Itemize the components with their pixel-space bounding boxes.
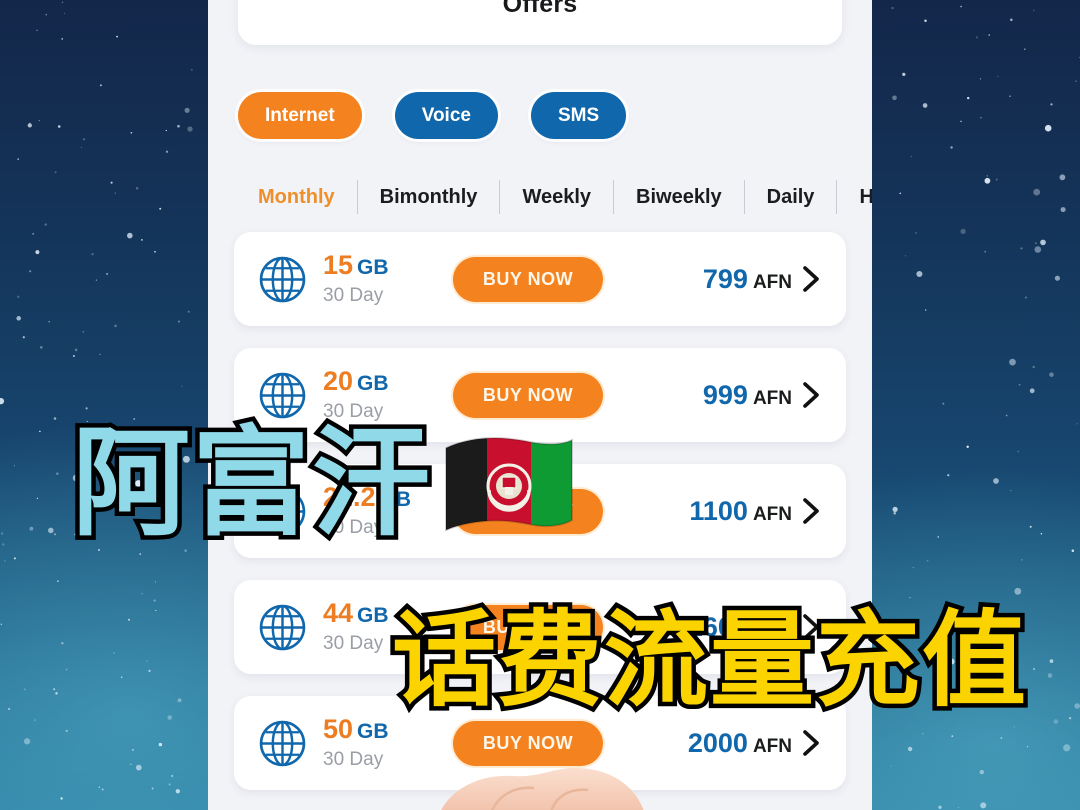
offer-detail-chevron[interactable] xyxy=(800,496,822,526)
tab-weekly[interactable]: Weekly xyxy=(500,186,613,209)
offer-amount-value: 44 xyxy=(323,598,354,629)
offer-price-value: 2000 xyxy=(687,727,748,758)
buy-now-button[interactable]: BUY NOW xyxy=(453,604,603,650)
offer-price-block: 999 AFN xyxy=(703,380,792,411)
offer-price-currency: AFN xyxy=(752,735,792,757)
globe-icon xyxy=(259,720,306,766)
offer-card[interactable]: 20 GB 30 Day BUY NOW 999 AFN xyxy=(234,348,846,442)
chevron-right-icon[interactable] xyxy=(800,612,822,642)
offer-price-value: 999 xyxy=(702,379,748,410)
chevron-right-icon[interactable] xyxy=(800,264,822,294)
offer-price-block: 1600 AFN xyxy=(688,612,792,643)
offer-validity: 30 Day xyxy=(323,632,384,654)
tab-hourly[interactable]: Hourly xyxy=(837,186,872,209)
offer-detail-chevron[interactable] xyxy=(800,612,822,642)
offer-validity: 30 Day xyxy=(323,400,384,422)
offer-amount-value: 22.2 xyxy=(323,482,376,513)
offer-amount-value: 50 xyxy=(323,714,354,745)
service-chip-sms[interactable]: SMS xyxy=(530,92,627,139)
page-title: Offers xyxy=(502,0,578,18)
offer-amount-unit: GB xyxy=(357,720,389,744)
buy-now-button[interactable]: BUY NOW xyxy=(453,488,603,534)
globe-icon xyxy=(259,372,306,418)
offer-validity: 30 Day xyxy=(323,284,384,306)
offers-header-card: Offers xyxy=(238,0,842,45)
globe-icon xyxy=(259,488,306,534)
tab-bimonthly[interactable]: Bimonthly xyxy=(358,186,500,209)
offer-detail-chevron[interactable] xyxy=(800,380,822,410)
offer-price-currency: AFN xyxy=(752,387,792,409)
offer-amount-block: 50 GB 30 Day xyxy=(323,715,453,770)
buy-now-button[interactable]: BUY NOW xyxy=(453,372,603,418)
offer-price-currency: AFN xyxy=(752,271,792,293)
offer-price-currency: AFN xyxy=(752,503,792,525)
offer-card[interactable]: 15 GB 30 Day BUY NOW 799 AFN xyxy=(234,232,846,326)
offer-card[interactable]: 22.2 GB 30 Day BUY NOW 1100 AFN xyxy=(234,464,846,558)
chevron-right-icon[interactable] xyxy=(800,728,822,758)
offer-amount-block: 44 GB 30 Day xyxy=(323,599,453,654)
offer-amount-block: 20 GB 30 Day xyxy=(323,367,453,422)
buy-now-button[interactable]: BUY NOW xyxy=(453,720,603,766)
tab-biweekly[interactable]: Biweekly xyxy=(614,186,744,209)
service-chip-voice[interactable]: Voice xyxy=(394,92,498,139)
offer-list: 15 GB 30 Day BUY NOW 799 AFN 20 GB 30 Day BUY NOW… xyxy=(208,232,872,810)
chevron-right-icon[interactable] xyxy=(800,496,822,526)
service-chip-internet[interactable]: Internet xyxy=(238,92,362,139)
offer-validity: 30 Day xyxy=(323,516,384,538)
offer-amount-block: 15 GB 30 Day xyxy=(323,251,453,306)
offer-price-value: 799 xyxy=(702,263,748,294)
offer-price-block: 1100 AFN xyxy=(689,496,792,527)
offer-amount-unit: GB xyxy=(357,604,389,628)
globe-icon xyxy=(259,604,306,650)
period-tab-bar: MonthlyBimonthlyWeeklyBiweeklyDailyHourl… xyxy=(236,176,872,218)
offer-price-value: 1100 xyxy=(689,495,748,526)
offer-amount-value: 15 xyxy=(323,250,354,281)
buy-now-button[interactable]: BUY NOW xyxy=(453,256,603,302)
tab-monthly[interactable]: Monthly xyxy=(236,186,357,209)
offer-price-block: 2000 AFN xyxy=(688,728,792,759)
offer-card[interactable]: 44 GB 30 Day BUY NOW 1600 AFN xyxy=(234,580,846,674)
offer-validity: 30 Day xyxy=(323,748,384,770)
offer-detail-chevron[interactable] xyxy=(800,264,822,294)
service-chip-group: Internet Voice SMS xyxy=(238,92,627,139)
chevron-right-icon[interactable] xyxy=(800,380,822,410)
globe-icon xyxy=(259,256,306,302)
offer-price-currency: AFN xyxy=(752,619,792,641)
offer-card[interactable]: 50 GB 30 Day BUY NOW 2000 AFN xyxy=(234,696,846,790)
offer-amount-unit: GB xyxy=(379,488,412,512)
offer-amount-unit: GB xyxy=(357,256,389,280)
phone-screen: Offers Internet Voice SMS Monthly Bimonthly… xyxy=(208,0,872,810)
offer-detail-chevron[interactable] xyxy=(800,728,822,758)
offer-price-value: 1600 xyxy=(687,611,748,642)
tab-daily[interactable]: Daily xyxy=(745,186,837,209)
offer-amount-value: 20 xyxy=(323,366,354,397)
offer-amount-block: 22.2 GB 30 Day xyxy=(323,483,453,538)
offer-amount-unit: GB xyxy=(357,372,389,396)
offer-price-block: 799 AFN xyxy=(703,264,792,295)
